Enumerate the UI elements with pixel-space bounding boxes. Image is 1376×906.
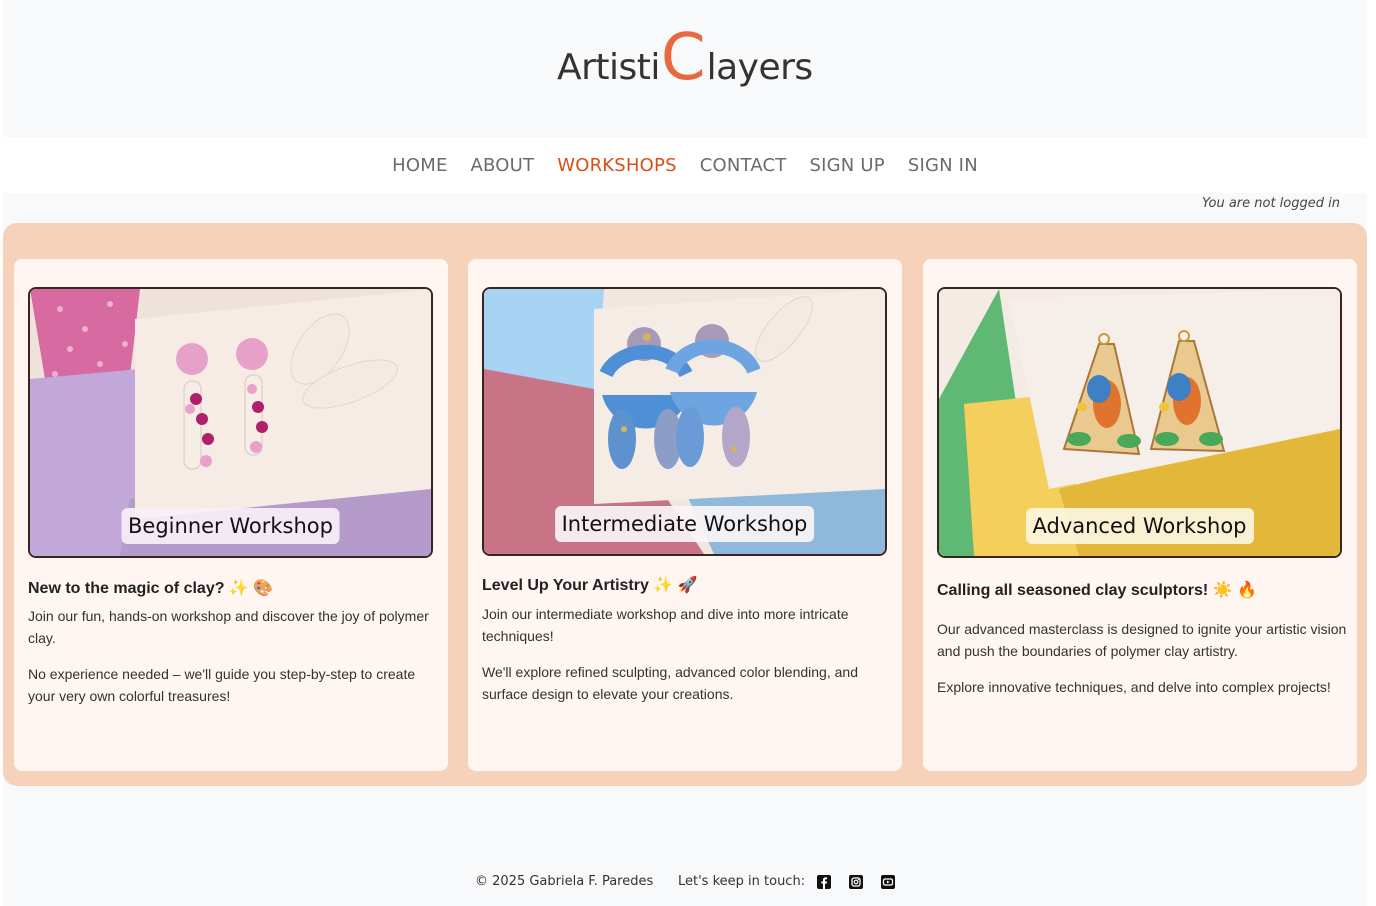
workshop-card-advanced: Advanced Workshop Calling all seasoned c… — [923, 259, 1357, 771]
login-status: You are not logged in — [1201, 196, 1340, 211]
youtube-icon[interactable] — [881, 875, 895, 889]
intermediate-workshop-label: Intermediate Workshop — [554, 506, 815, 542]
window-edge — [1367, 0, 1376, 906]
nav-about[interactable]: ABOUT — [471, 155, 535, 176]
advanced-workshop-image[interactable]: Advanced Workshop — [937, 287, 1342, 558]
workshop-card-beginner: Beginner Workshop New to the magic of cl… — [14, 259, 448, 771]
advanced-workshop-label: Advanced Workshop — [1025, 508, 1254, 544]
main-nav: HOME ABOUT WORKSHOPS CONTACT SIGN UP SIG… — [3, 137, 1367, 193]
beginner-workshop-label: Beginner Workshop — [121, 508, 340, 544]
logo-text-end: layers — [706, 47, 814, 88]
beginner-workshop-paragraph-1: Join our fun, hands-on workshop and disc… — [28, 608, 429, 646]
intermediate-workshop-title: Level Up Your Artistry ✨ 🚀 — [482, 577, 698, 594]
site-footer: © 2025 Gabriela F. Paredes Let's keep in… — [3, 874, 1367, 894]
nav-contact[interactable]: CONTACT — [700, 155, 787, 176]
logo-accent-letter: C — [660, 21, 706, 95]
workshop-card-intermediate: Intermediate Workshop Level Up Your Arti… — [468, 259, 902, 771]
workshops-panel: Beginner Workshop New to the magic of cl… — [3, 223, 1367, 786]
nav-sign-in[interactable]: SIGN IN — [908, 155, 978, 176]
intermediate-workshop-image[interactable]: Intermediate Workshop — [482, 287, 887, 556]
footer-copyright: © 2025 Gabriela F. Paredes — [475, 874, 654, 889]
advanced-workshop-paragraph-1: Our advanced masterclass is designed to … — [937, 621, 1347, 659]
intermediate-workshop-paragraph-1: Join our intermediate workshop and dive … — [482, 606, 849, 644]
nav-home[interactable]: HOME — [392, 155, 447, 176]
site-logo[interactable]: ArtistiClayers — [557, 21, 814, 100]
site-header: ArtistiClayers — [3, 0, 1367, 137]
page: ArtistiClayers HOME ABOUT WORKSHOPS CONT… — [3, 0, 1367, 906]
nav-sign-up[interactable]: SIGN UP — [810, 155, 885, 176]
intermediate-workshop-paragraph-2: We'll explore refined sculpting, advance… — [482, 664, 858, 702]
advanced-workshop-paragraph-2: Explore innovative techniques, and delve… — [937, 679, 1331, 695]
beginner-workshop-paragraph-2: No experience needed – we'll guide you s… — [28, 666, 416, 704]
advanced-workshop-title: Calling all seasoned clay sculptors! ☀️ … — [937, 582, 1257, 599]
beginner-workshop-image[interactable]: Beginner Workshop — [28, 287, 433, 558]
logo-text-start: Artisti — [557, 47, 660, 88]
facebook-icon[interactable] — [817, 875, 831, 889]
nav-workshops[interactable]: WORKSHOPS — [557, 155, 677, 176]
instagram-icon[interactable] — [849, 875, 863, 889]
beginner-workshop-title: New to the magic of clay? ✨ 🎨 — [28, 580, 274, 597]
footer-keep-in-touch: Let's keep in touch: — [678, 874, 806, 889]
